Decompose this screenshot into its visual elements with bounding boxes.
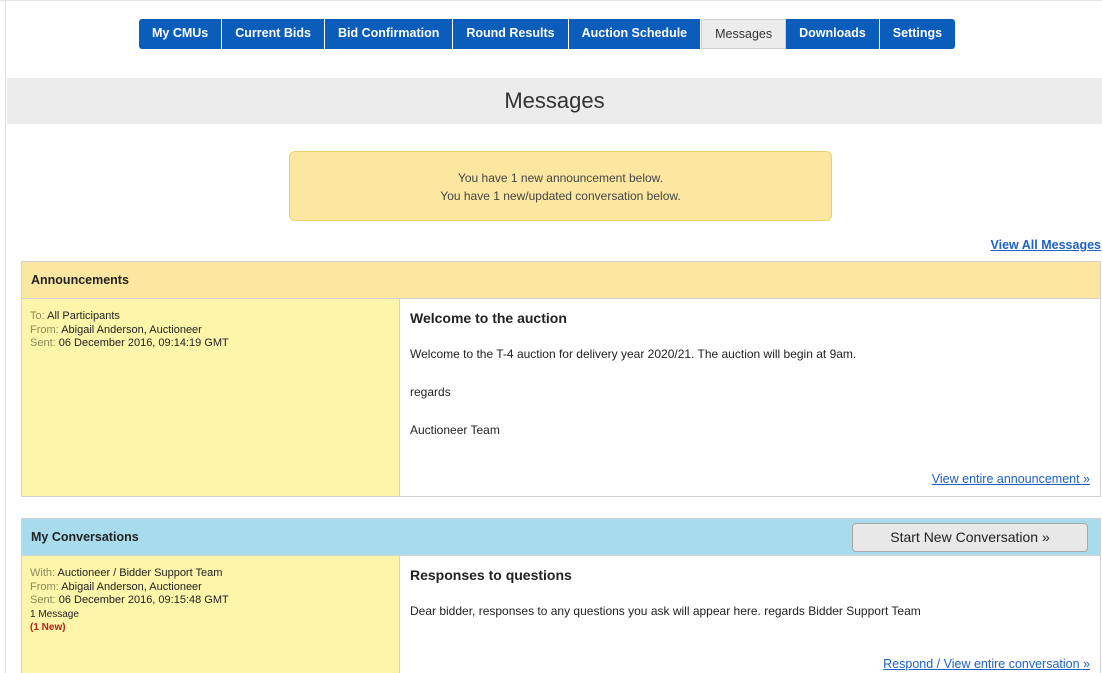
new-count-badge: (1 New) [30, 622, 66, 633]
announcement-from: From: Abigail Anderson, Auctioneer [30, 324, 399, 338]
conversations-section: My Conversations Start New Conversation … [21, 518, 1101, 673]
view-all-messages-link[interactable]: View All Messages [991, 238, 1101, 252]
conversation-with: With: Auctioneer / Bidder Support Team [30, 567, 399, 581]
respond-view-conversation-link[interactable]: Respond / View entire conversation » [883, 657, 1090, 671]
sent-value: 06 December 2016, 09:15:48 GMT [58, 594, 229, 606]
nav-current-bids[interactable]: Current Bids [222, 19, 325, 49]
announcement-body-line: Welcome to the T-4 auction for delivery … [410, 347, 857, 361]
nav-my-cmus[interactable]: My CMUs [139, 19, 223, 49]
from-key: From: [30, 323, 59, 336]
start-new-conversation-button[interactable]: Start New Conversation » [852, 523, 1088, 552]
left-rule [5, 0, 6, 673]
conversation-item: With: Auctioneer / Bidder Support Team F… [22, 556, 1100, 673]
main-nav: My CMUs Current Bids Bid Confirmation Ro… [139, 19, 956, 49]
announcement-body-line: regards [410, 385, 451, 399]
sent-key: Sent: [30, 337, 56, 349]
conversation-meta: With: Auctioneer / Bidder Support Team F… [22, 556, 400, 673]
announcement-item: To: All Participants From: Abigail Ander… [22, 299, 1100, 496]
notice-conversation-line: You have 1 new/updated conversation belo… [440, 189, 681, 203]
conversation-body: Dear bidder, responses to any questions … [410, 604, 921, 618]
message-count: 1 Message [30, 608, 79, 620]
nav-auction-schedule[interactable]: Auction Schedule [568, 19, 702, 49]
conversation-content: Responses to questions Dear bidder, resp… [400, 556, 1100, 673]
from-value: Abigail Anderson, Auctioneer [61, 580, 202, 593]
announcement-meta: To: All Participants From: Abigail Ander… [22, 299, 400, 496]
announcement-body-line: Auctioneer Team [410, 423, 500, 437]
announcement-content: Welcome to the auction Welcome to the T-… [400, 299, 1100, 496]
conversation-from: From: Abigail Anderson, Auctioneer [30, 581, 399, 595]
notice-announcement-line: You have 1 new announcement below. [457, 171, 664, 185]
announcement-title: Welcome to the auction [410, 310, 567, 326]
announcements-section: Announcements To: All Participants From:… [21, 261, 1101, 497]
conversations-header-label: My Conversations [31, 530, 139, 544]
nav-bid-confirmation[interactable]: Bid Confirmation [324, 19, 454, 49]
with-value: Auctioneer / Bidder Support Team [57, 567, 223, 579]
sent-value: 06 December 2016, 09:14:19 GMT [58, 337, 229, 349]
from-value: Abigail Anderson, Auctioneer [61, 323, 202, 336]
announcements-header: Announcements [22, 262, 1100, 299]
from-key: From: [30, 580, 59, 593]
view-entire-announcement-link[interactable]: View entire announcement » [932, 472, 1090, 486]
conversation-title: Responses to questions [410, 567, 572, 583]
nav-downloads[interactable]: Downloads [786, 19, 880, 49]
conversation-sent: Sent: 06 December 2016, 09:15:48 GMT [30, 594, 399, 608]
page-title: Messages [7, 78, 1102, 124]
announcement-to: To: All Participants [30, 310, 399, 324]
nav-settings[interactable]: Settings [879, 19, 956, 49]
top-rule [0, 0, 1102, 5]
announcement-sent: Sent: 06 December 2016, 09:14:19 GMT [30, 337, 399, 351]
nav-round-results[interactable]: Round Results [453, 19, 569, 49]
to-value: All Participants [47, 310, 120, 322]
with-key: With: [30, 567, 56, 579]
notification-box: You have 1 new announcement below. You h… [289, 151, 832, 221]
to-key: To: [30, 310, 45, 322]
conversations-header: My Conversations Start New Conversation … [22, 519, 1100, 556]
nav-messages[interactable]: Messages [701, 19, 787, 49]
sent-key: Sent: [30, 594, 56, 606]
